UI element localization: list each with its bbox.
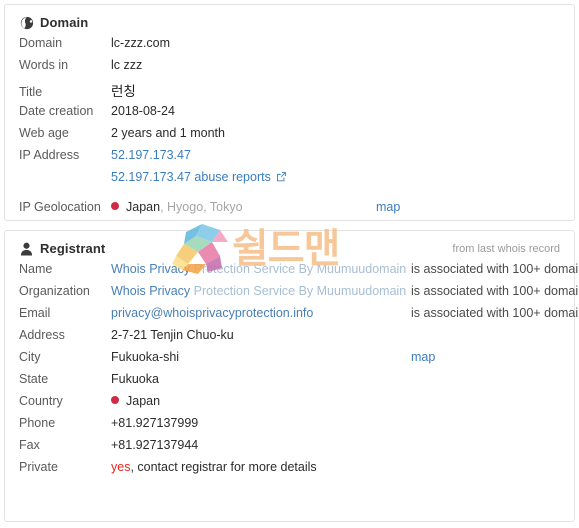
abuse-reports-link[interactable]: 52.197.173.47 abuse reports (111, 170, 271, 184)
registrant-address-value: 2-7-21 Tenjin Chuo-ku (111, 328, 234, 342)
registrant-state-value: Fukuoka (111, 372, 159, 386)
table-row-name: Name Whois Privacy Protection Service By… (5, 262, 579, 284)
table-row-city: City Fukuoka-shi map (5, 350, 574, 372)
user-icon (19, 241, 34, 256)
row-label: Name (19, 262, 53, 276)
whois-report-page: Domain Domain lc-zzz.com Words in lc zzz… (0, 0, 579, 528)
private-note: , contact registrar for more details (130, 460, 317, 474)
row-label: City (19, 350, 41, 364)
registrant-organization-value: Whois Privacy Protection Service By Muum… (111, 284, 411, 298)
ip-geolocation-value: Japan, Hyogo, Tokyo (111, 200, 376, 214)
table-row-state: State Fukuoka (5, 372, 574, 394)
table-row-words-in: Words in lc zzz (5, 58, 574, 80)
registrant-name-value: Whois Privacy Protection Service By Muum… (111, 262, 411, 276)
country-name: Japan (126, 394, 161, 408)
row-value-domain: lc-zzz.com (111, 36, 171, 50)
geolocation-map-link[interactable]: map (376, 200, 400, 214)
japan-flag-dot-icon (111, 202, 119, 210)
ip-address-link[interactable]: 52.197.173.47 (111, 148, 191, 162)
row-label: Country (19, 394, 63, 408)
registrant-fax-value: +81.927137944 (111, 438, 199, 452)
registrant-panel: Registrant from last whois record Name W… (4, 230, 579, 522)
registrant-panel-title: Registrant (40, 241, 106, 256)
row-value-web-age: 2 years and 1 month (111, 126, 225, 140)
row-label: Email (19, 306, 51, 320)
japan-flag-dot-icon (111, 396, 119, 404)
domain-panel-header: Domain (5, 5, 574, 32)
registrant-name-link[interactable]: Whois Privacy (111, 262, 190, 276)
whois-record-note: from last whois record (452, 243, 560, 255)
registrant-private-value: yes, contact registrar for more details (111, 460, 317, 474)
registrant-country-value: Japan (111, 394, 160, 408)
table-row-phone: Phone +81.927137999 (5, 416, 574, 438)
table-row-country: Country Japan (5, 394, 574, 416)
registrant-email-link[interactable]: privacy@whoisprivacyprotection.info (111, 306, 313, 320)
registrant-panel-header: Registrant from last whois record (5, 231, 574, 258)
table-row-abuse-reports: 52.197.173.47 abuse reports (5, 170, 574, 192)
table-row-ip-geolocation: IP Geolocation Japan, Hyogo, Tokyo map (5, 200, 574, 222)
table-row-web-age: Web age 2 years and 1 month (5, 126, 574, 148)
table-row-title: Title 런칭 (5, 80, 574, 104)
domain-panel: Domain Domain lc-zzz.com Words in lc zzz… (4, 4, 575, 221)
row-spacer (5, 192, 574, 200)
row-label: State (19, 372, 49, 386)
registrant-name-assoc: is associated with 100+ domains (411, 262, 579, 276)
private-yes-badge: yes (111, 460, 131, 474)
row-label: Date creation (19, 104, 94, 118)
table-row-address: Address 2-7-21 Tenjin Chuo-ku (5, 328, 574, 350)
table-row-domain: Domain lc-zzz.com (5, 36, 574, 58)
registrant-email-assoc: is associated with 100+ domains (411, 306, 579, 320)
registrant-city-value: Fukuoka-shi (111, 350, 180, 364)
row-label: Web age (19, 126, 69, 140)
row-label: Domain (19, 36, 63, 50)
row-label: Title (19, 85, 43, 99)
row-value-date-creation: 2018-08-24 (111, 104, 175, 118)
row-label: Organization (19, 284, 90, 298)
table-row-email: Email privacy@whoisprivacyprotection.inf… (5, 306, 579, 328)
geolocation-region: , Hyogo, Tokyo (160, 200, 243, 214)
registrant-phone-value: +81.927137999 (111, 416, 199, 430)
table-row-ip-address: IP Address 52.197.173.47 (5, 148, 574, 170)
external-link-icon[interactable] (276, 171, 287, 182)
domain-rows: Domain lc-zzz.com Words in lc zzz Title … (5, 32, 574, 222)
row-label: Private (19, 460, 58, 474)
row-label: Address (19, 328, 65, 342)
row-label: IP Address (19, 148, 80, 162)
globe-icon (19, 15, 34, 30)
row-label: Words in (19, 58, 69, 72)
table-row-date-creation: Date creation 2018-08-24 (5, 104, 574, 126)
row-label: Fax (19, 438, 40, 452)
registrant-organization-link[interactable]: Whois Privacy (111, 284, 190, 298)
registrant-name-rest: Protection Service By Muumuudomain (190, 262, 407, 276)
registrant-email-value: privacy@whoisprivacyprotection.info (111, 306, 411, 320)
table-row-organization: Organization Whois Privacy Protection Se… (5, 284, 579, 306)
registrant-organization-assoc: is associated with 100+ domains (411, 284, 579, 298)
domain-panel-title: Domain (40, 15, 89, 30)
row-value-words-in: lc zzz (111, 58, 143, 72)
row-label: IP Geolocation (19, 200, 101, 214)
registrant-rows: Name Whois Privacy Protection Service By… (5, 258, 579, 482)
registrant-organization-rest: Protection Service By Muumuudomain (190, 284, 407, 298)
city-map-link[interactable]: map (411, 350, 435, 364)
row-label: Phone (19, 416, 56, 430)
table-row-private: Private yes, contact registrar for more … (5, 460, 574, 482)
table-row-fax: Fax +81.927137944 (5, 438, 574, 460)
geolocation-country: Japan (126, 200, 161, 214)
row-value-title: 런칭 (111, 84, 136, 99)
